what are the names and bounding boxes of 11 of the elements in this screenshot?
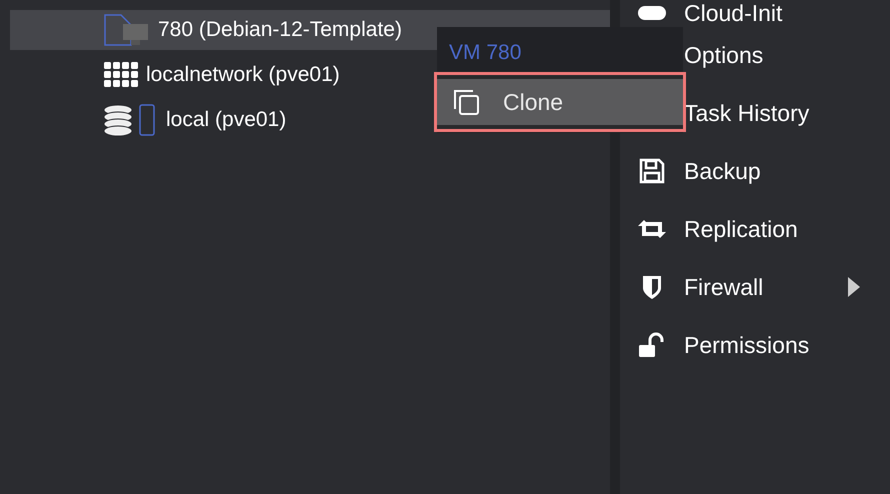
- unlock-icon: [638, 331, 666, 359]
- menu-item[interactable]: Cloud-Init: [620, 0, 890, 26]
- menu-item[interactable]: Firewall: [620, 258, 890, 316]
- copy-icon: [451, 87, 481, 117]
- menu-item[interactable]: Backup: [620, 142, 890, 200]
- menu-item[interactable]: Replication: [620, 200, 890, 258]
- menu-item[interactable]: Permissions: [620, 316, 890, 374]
- database-icon: [104, 104, 158, 136]
- clone-menu-item[interactable]: Clone: [437, 75, 683, 129]
- grid-icon: [104, 62, 138, 88]
- template-icon: [104, 14, 150, 46]
